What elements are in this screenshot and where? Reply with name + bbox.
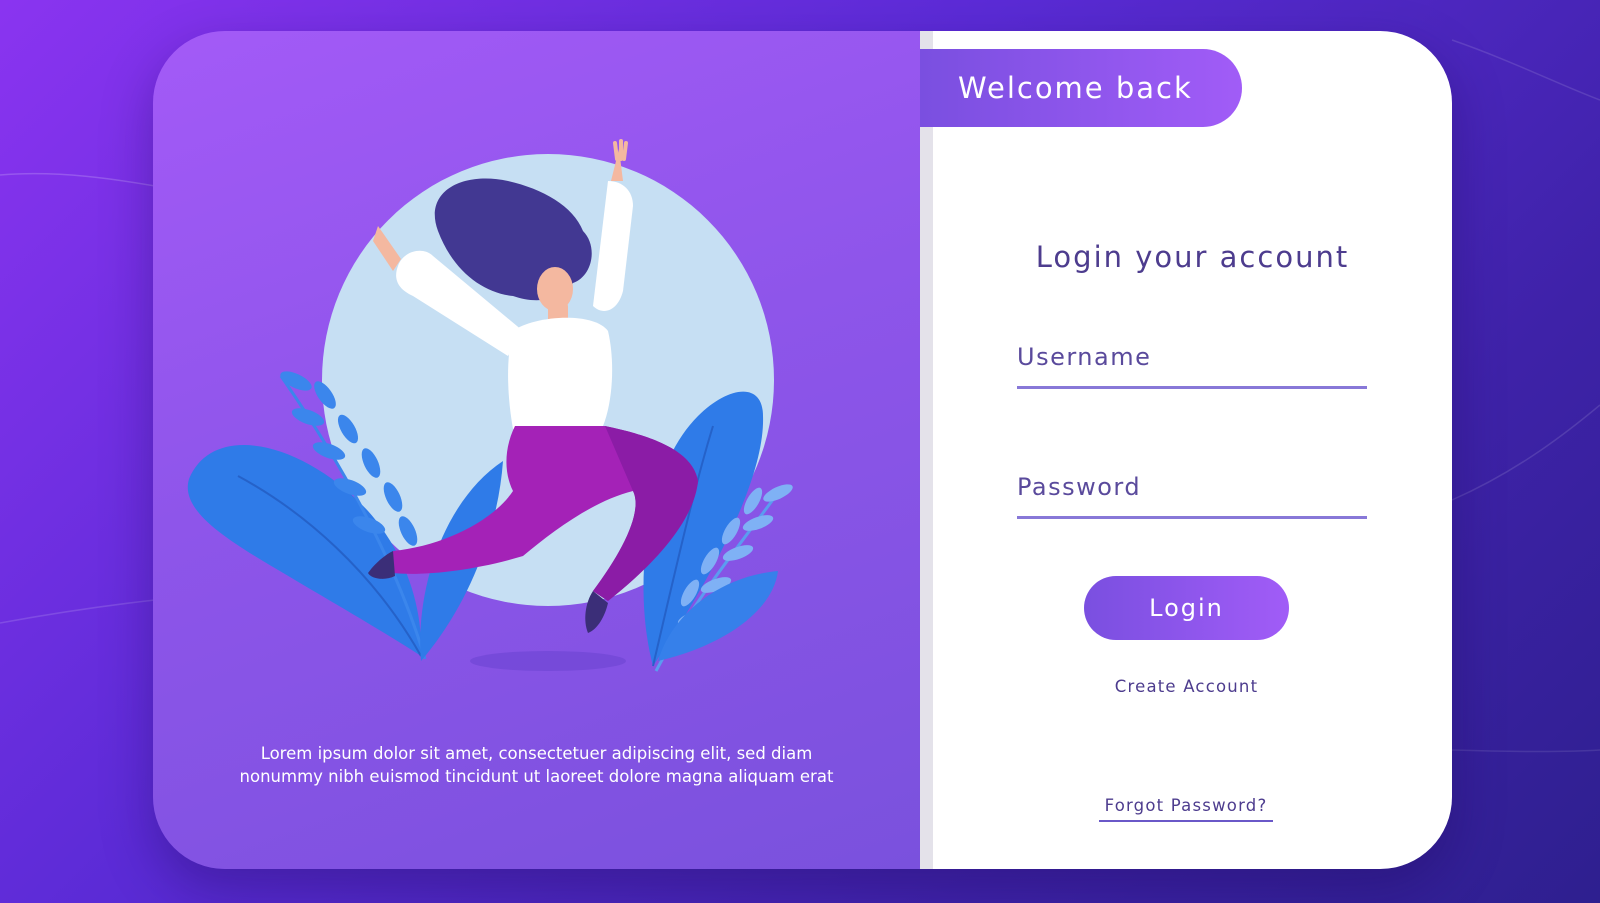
username-underline (1017, 386, 1367, 389)
create-account-link[interactable]: Create Account (933, 677, 1440, 696)
intro-text: Lorem ipsum dolor sit amet, consectetuer… (193, 742, 880, 788)
intro-line-1: Lorem ipsum dolor sit amet, consectetuer… (260, 744, 813, 763)
login-button[interactable]: Login (1084, 576, 1289, 640)
password-underline (1017, 516, 1367, 519)
username-field[interactable]: Username (1017, 336, 1367, 389)
login-panel: Welcome back Login your account Username… (920, 31, 1452, 869)
forgot-password-link[interactable]: Forgot Password? (1099, 796, 1273, 822)
panel-divider (920, 31, 933, 869)
illustration-panel: Lorem ipsum dolor sit amet, consectetuer… (153, 31, 920, 869)
login-title: Login your account (1035, 240, 1350, 274)
intro-line-2: nonummy nibh euismod tincidunt ut laoree… (239, 767, 834, 786)
password-field[interactable]: Password (1017, 466, 1367, 519)
username-label: Username (1017, 343, 1152, 371)
login-card: Lorem ipsum dolor sit amet, consectetuer… (153, 31, 1452, 869)
welcome-banner: Welcome back (920, 49, 1242, 127)
password-label: Password (1017, 473, 1142, 501)
welcome-text: Welcome back (958, 71, 1193, 105)
jumping-woman-illustration (187, 139, 793, 672)
